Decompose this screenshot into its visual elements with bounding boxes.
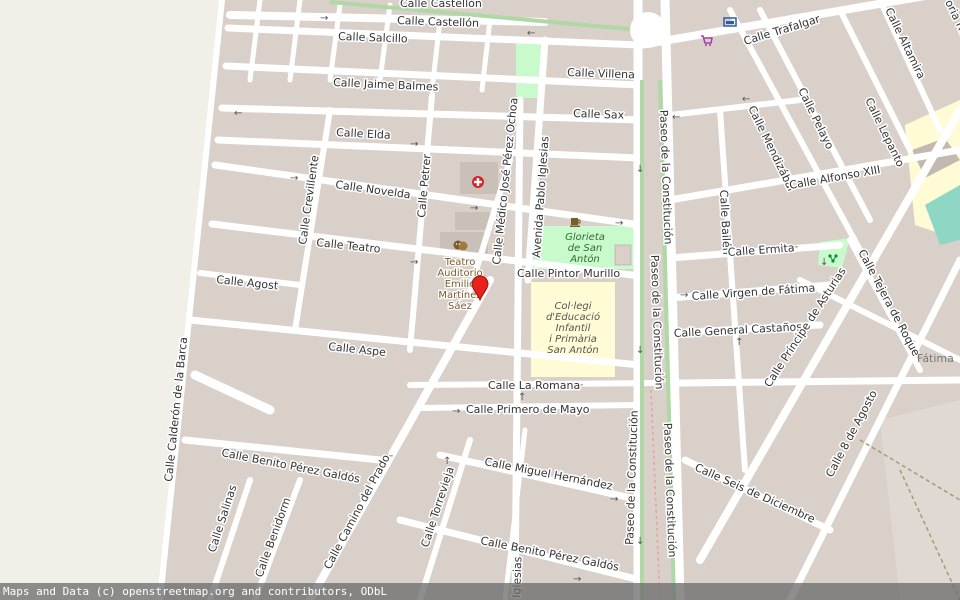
teatro-line-1: Teatro [444,257,476,268]
svg-text:↓: ↓ [636,345,644,356]
roundabout [630,12,666,48]
colegio-line-5: San Antón [547,344,599,356]
area-label-fatima: Fátima [917,352,954,365]
svg-text:↓: ↓ [636,536,644,547]
svg-text:↑: ↑ [518,392,526,403]
svg-text:→: → [320,13,328,24]
svg-text:→: → [680,290,688,301]
label-la-romana: Calle La Romana [488,379,580,392]
svg-text:→: → [452,406,460,417]
colegio-line-2: d'Educació [546,311,600,323]
teatro-line-5: Sáez [448,300,472,312]
svg-text:←: ← [742,94,750,105]
svg-text:↓: ↓ [820,257,828,268]
colegio-line-3: Infantil [556,323,591,334]
building-north [455,212,490,230]
svg-text:→: → [410,257,418,268]
playground-area [614,244,632,266]
svg-text:←: ← [672,112,680,123]
label-villena: Calle Villena [567,66,635,81]
colegio-line-1: Col·legi [554,301,591,312]
map-canvas[interactable]: → ← ← → → → → ↓ → ↓ ↓ ↓ ↑ ← ← ← → ↑ ← → … [0,0,960,600]
hospital-icon[interactable] [472,176,484,188]
svg-text:→: → [615,218,623,229]
glorieta-line-2: de San [568,243,603,254]
svg-text:↓: ↓ [636,164,644,175]
svg-text:←: ← [527,28,535,39]
svg-text:←: ← [234,108,242,119]
svg-text:→: → [410,139,418,150]
glorieta-line-1: Glorieta [565,232,605,243]
svg-text:→: → [290,173,298,184]
svg-text:↑: ↑ [735,337,743,348]
label-pintor-murillo: Calle Pintor Murillo [517,267,620,280]
label-primero-mayo: Calle Primero de Mayo [466,403,590,416]
map-attribution: Maps and Data (c) openstreetmap.org and … [0,583,960,600]
colegio-line-4: i Primària [549,333,597,345]
glorieta-line-3: Antón [569,253,600,265]
label-salcillo: Calle Salcillo [338,30,408,45]
svg-text:→: → [470,203,478,214]
poi-glorieta[interactable]: Glorieta de San Antón [565,232,605,265]
label-sax: Calle Sax [573,107,625,122]
label-castellon-top: Calle Castellón [400,0,482,10]
teatro-line-3: Emilio [445,279,476,290]
svg-text:→: → [610,494,618,505]
